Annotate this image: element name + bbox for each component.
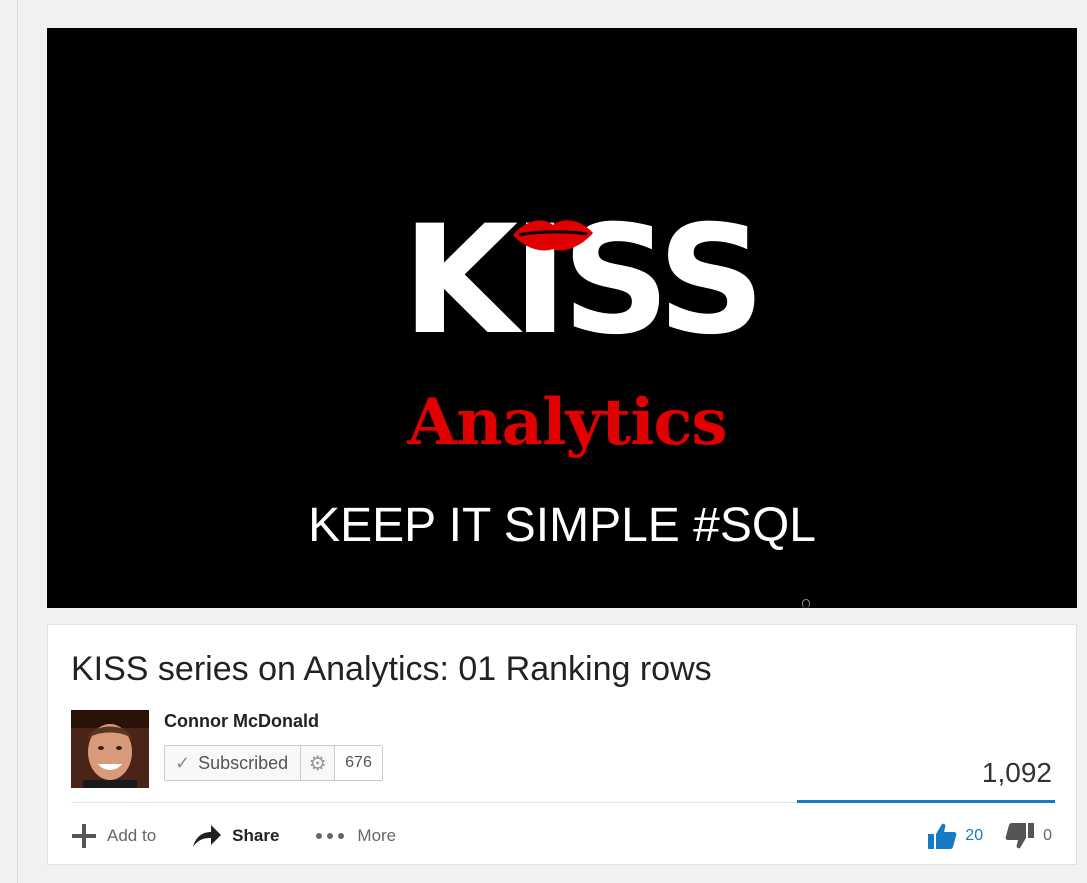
- like-count: 20: [965, 827, 984, 844]
- share-arrow-icon: [192, 824, 222, 848]
- subscribe-group: ✓ Subscribed ⚙ 676: [164, 745, 383, 781]
- add-to-button[interactable]: Add to: [71, 823, 156, 849]
- mouse-cursor-icon: [802, 599, 810, 608]
- video-tagline: KEEP IT SIMPLE #SQL: [308, 499, 816, 552]
- video-title: KISS series on Analytics: 01 Ranking row…: [71, 650, 712, 688]
- avatar-image: [71, 710, 149, 788]
- add-to-label: Add to: [107, 826, 157, 845]
- more-button[interactable]: More: [315, 826, 396, 846]
- video-logo-analytics: Analytics: [407, 385, 727, 460]
- thumbs-down-icon: [1005, 822, 1035, 850]
- video-info-panel: KISS series on Analytics: 01 Ranking row…: [47, 624, 1077, 865]
- view-count: 1,092: [981, 757, 1052, 788]
- channel-name[interactable]: Connor McDonald: [164, 711, 319, 732]
- gear-icon: ⚙: [308, 752, 327, 775]
- subscribed-button[interactable]: ✓ Subscribed: [164, 745, 302, 781]
- thumbs-up-icon: [927, 822, 957, 850]
- channel-avatar[interactable]: [71, 710, 149, 788]
- dislike-button[interactable]: 0: [1005, 822, 1052, 850]
- dislike-count: 0: [1043, 827, 1052, 844]
- page: KISS Analytics KEEP IT SIMPLE #SQL KISS …: [0, 0, 1087, 883]
- plus-icon: [71, 823, 97, 849]
- lips-icon: [513, 220, 593, 251]
- video-player[interactable]: KISS Analytics KEEP IT SIMPLE #SQL: [47, 28, 1077, 608]
- share-button[interactable]: Share: [192, 824, 279, 848]
- checkmark-icon: ✓: [175, 752, 191, 773]
- subscribed-label: Subscribed: [198, 752, 289, 773]
- subscription-settings-button[interactable]: ⚙: [301, 745, 336, 781]
- like-button[interactable]: 20: [927, 822, 983, 850]
- more-dots-icon: [315, 832, 347, 840]
- subscriber-count: 676: [335, 745, 383, 781]
- action-bar: Add to Share More: [71, 818, 432, 854]
- left-border: [17, 0, 18, 883]
- ratings: 20 0: [927, 818, 1052, 854]
- share-label: Share: [232, 826, 280, 845]
- like-ratio-bar: [797, 800, 1055, 803]
- more-label: More: [357, 826, 397, 845]
